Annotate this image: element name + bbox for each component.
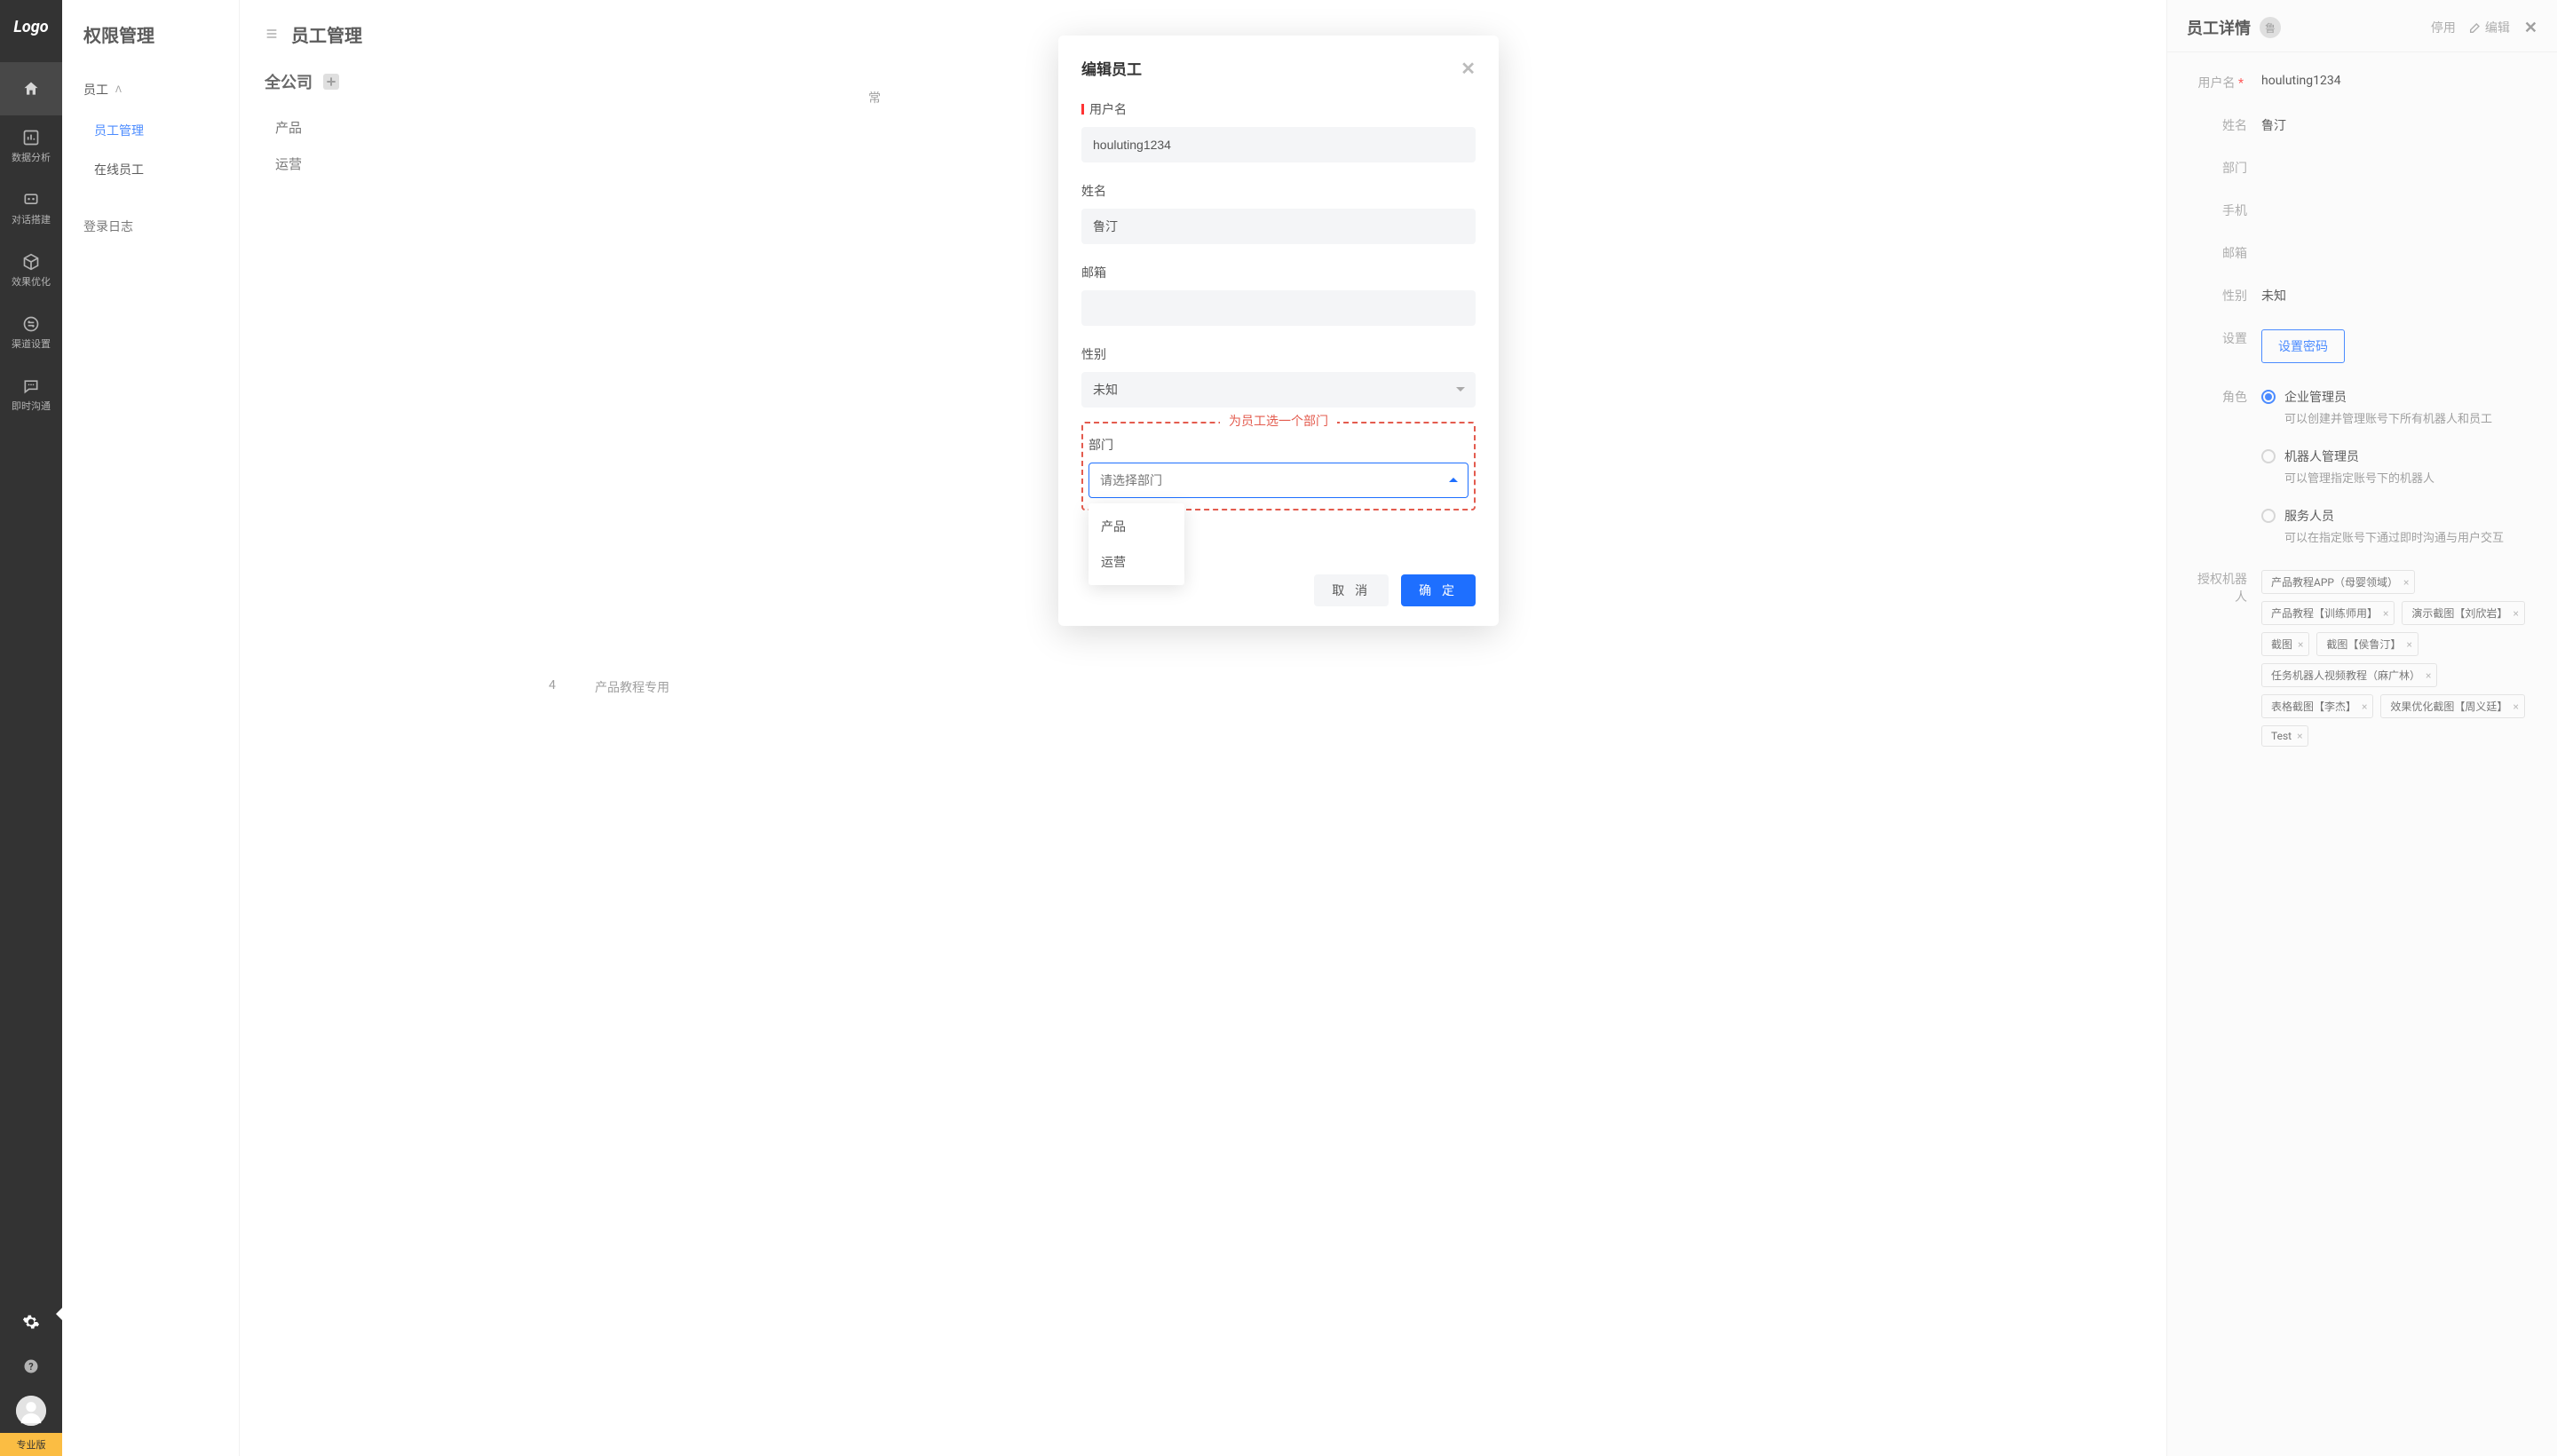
- chevron-down-icon: [1456, 387, 1465, 392]
- username-input[interactable]: [1081, 127, 1476, 162]
- gender-select[interactable]: [1081, 372, 1476, 408]
- email-input[interactable]: [1081, 290, 1476, 326]
- modal-close-button[interactable]: ✕: [1461, 58, 1476, 79]
- callout-text: 为员工选一个部门: [1220, 412, 1337, 430]
- modal-title: 编辑员工: [1081, 57, 1142, 79]
- dept-select-input[interactable]: [1089, 463, 1468, 498]
- dropdown-option[interactable]: 运营: [1089, 544, 1184, 580]
- callout-annotation: 为员工选一个部门 部门 产品 运营: [1081, 422, 1476, 510]
- chevron-up-icon: [1449, 478, 1458, 482]
- dept-dropdown-menu: 产品 运营: [1089, 503, 1184, 585]
- required-mark: [1081, 104, 1084, 115]
- name-input[interactable]: [1081, 209, 1476, 244]
- dept-select[interactable]: 产品 运营: [1089, 463, 1468, 498]
- edit-employee-modal: 编辑员工 ✕ 用户名 姓名 邮箱 性别 为员工选一个部门 部门 产品: [1058, 36, 1499, 626]
- dropdown-option[interactable]: 产品: [1089, 509, 1184, 544]
- form-label: 邮箱: [1081, 264, 1476, 281]
- form-label: 用户名: [1089, 100, 1127, 118]
- form-label: 姓名: [1081, 182, 1476, 200]
- form-label: 部门: [1089, 436, 1468, 454]
- form-label: 性别: [1081, 345, 1476, 363]
- confirm-button[interactable]: 确 定: [1401, 574, 1476, 606]
- cancel-button[interactable]: 取 消: [1314, 574, 1389, 606]
